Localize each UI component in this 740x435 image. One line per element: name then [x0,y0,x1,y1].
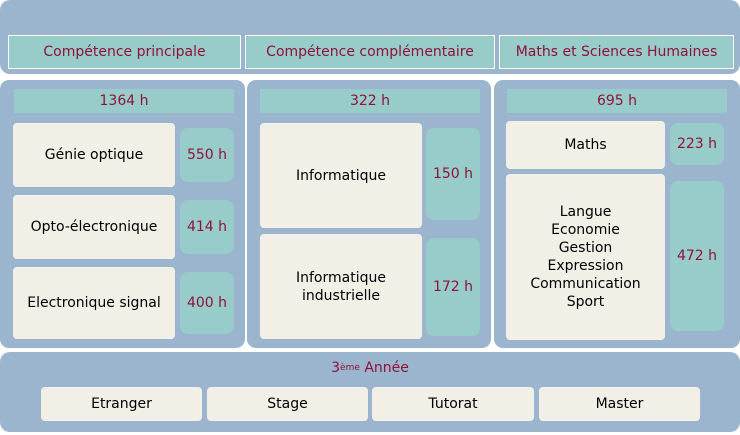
subject-name-line: Communication [530,276,641,292]
hours-box: 150 h [426,128,480,220]
hours-box: 172 h [426,238,480,336]
subject-box: Opto-électronique [13,195,175,259]
subject-name-line: Sport [566,294,605,310]
header-competence-complementaire: Compétence complémentaire [245,35,495,69]
subject-name-line: Gestion [558,240,613,256]
header-label: Compétence principale [43,44,206,60]
hours-box: 472 h [670,181,724,331]
total-hours: 322 h [260,89,480,113]
subject-box: Informatique [260,123,422,228]
subject-name: Maths [564,137,607,153]
hours-box: 223 h [670,123,724,165]
header-label: Compétence complémentaire [266,44,474,60]
subject-name-line: industrielle [302,287,380,304]
hours-box: 550 h [180,128,234,182]
subject-name-line: Economie [551,222,620,238]
subject-box: Maths [506,121,665,169]
option-master: Master [539,387,700,421]
subject-name: Informatique [296,167,386,184]
header-competence-principale: Compétence principale [8,35,241,69]
hours-box: 414 h [180,200,234,254]
subject-box: Génie optique [13,123,175,187]
header-maths-sciences-humaines: Maths et Sciences Humaines [499,35,734,69]
subject-name: Génie optique [44,147,144,163]
total-hours: 695 h [507,89,727,113]
option-stage: Stage [207,387,368,421]
subject-box: Informatique industrielle [260,234,422,339]
subject-box: Langue Economie Gestion Expression Commu… [506,174,665,340]
subject-name-line: Informatique [296,269,386,286]
total-hours: 1364 h [14,89,234,113]
subject-box: Electronique signal [13,267,175,339]
header-label: Maths et Sciences Humaines [515,44,718,60]
third-year-title: 3 ème Année [331,360,409,376]
subject-name-line: Langue [559,204,612,220]
subject-name: Electronique signal [27,295,161,311]
option-etranger: Etranger [41,387,202,421]
subject-name: Opto-électronique [30,219,158,235]
option-tutorat: Tutorat [372,387,534,421]
hours-box: 400 h [180,272,234,334]
subject-name-line: Expression [547,258,624,274]
